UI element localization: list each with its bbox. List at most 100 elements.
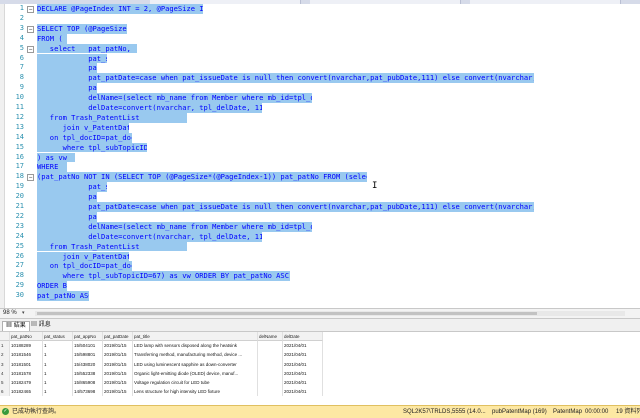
column-header[interactable]: pat_appNo [73, 332, 103, 342]
code-line[interactable]: 20 pat_appNo, [0, 192, 640, 202]
code-line[interactable]: 11 delDate=convert(nvarchar, tpl_delDate… [0, 103, 640, 113]
table-cell[interactable]: 10181501 [10, 359, 43, 369]
row-header-corner[interactable] [0, 332, 10, 342]
scrollbar-thumb[interactable] [37, 312, 537, 315]
table-cell[interactable]: 1 [43, 341, 73, 351]
code-line[interactable]: 6 pat_status, [0, 53, 640, 64]
code-line[interactable]: 4 FROM ( [0, 33, 640, 44]
table-cell[interactable]: 2021/04/01 [283, 350, 323, 360]
collapse-icon[interactable]: − [27, 25, 34, 33]
table-row[interactable]: 1 10188289 1 15/504101 2019/01/15 LED lamp wi… [0, 341, 640, 351]
table-cell[interactable] [258, 350, 283, 360]
table-cell[interactable] [258, 387, 283, 397]
table-cell[interactable] [258, 368, 283, 378]
table-row[interactable]: 2 10181546 1 15/598801 2019/01/15 Transferrin… [0, 350, 640, 360]
code-line[interactable]: 1− DECLARE @PageIndex INT = 2, @PageSize … [0, 4, 640, 14]
column-header[interactable]: delDate [283, 332, 323, 342]
row-number[interactable]: 1 [0, 341, 10, 351]
code-line[interactable]: 29 ORDER BY [0, 281, 640, 292]
code-line[interactable]: 18− (pat_patNo NOT IN (SELECT TOP (@PageS… [0, 172, 640, 183]
code-line[interactable]: 10 delName=(select mb_name from Member w… [0, 93, 640, 103]
code-line[interactable]: 9 pat_title, [0, 83, 640, 94]
column-header[interactable]: pat_patNo [10, 332, 43, 342]
table-cell[interactable]: 2019/01/15 [103, 341, 133, 351]
row-number[interactable]: 5 [0, 378, 10, 388]
table-row[interactable]: 6 10182465 1 14/573698 2019/01/15 Lens struct… [0, 387, 640, 397]
code-line[interactable]: 12 from Trash_PatentList [0, 112, 640, 123]
column-header[interactable]: pat_title [133, 332, 258, 342]
code-line[interactable]: 13 join v_PatentData [0, 122, 640, 133]
table-cell[interactable]: 1 [43, 387, 73, 397]
horizontal-scrollbar[interactable] [35, 311, 625, 316]
table-cell[interactable]: Lens structure for high intensity LED fi… [133, 387, 258, 397]
table-cell[interactable]: 15/438020 [73, 359, 103, 369]
table-cell[interactable]: 2019/01/15 [103, 359, 133, 369]
table-row[interactable]: 5 10182479 1 15/865908 2019/01/15 Voltage reg… [0, 378, 640, 388]
table-cell[interactable]: 2019/01/15 [103, 368, 133, 378]
code-line[interactable]: 28 where tpl_subTopicID=67) as vw ORDER … [0, 271, 640, 282]
tab-results[interactable]: ▦ 結果 [2, 321, 30, 331]
collapse-icon[interactable]: − [27, 6, 34, 13]
table-cell[interactable]: LED lamp with sensors disposed along the… [133, 341, 258, 351]
zoom-dropdown-icon[interactable]: ▾ [22, 309, 25, 318]
table-cell[interactable]: 2021/04/01 [283, 341, 323, 351]
table-cell[interactable]: 2019/01/15 [103, 350, 133, 360]
code-line[interactable]: 14 on tpl_docID=pat_docID [0, 132, 640, 143]
row-number[interactable]: 3 [0, 359, 10, 369]
code-line[interactable]: 2 [0, 14, 640, 24]
table-cell[interactable]: 15/598801 [73, 350, 103, 360]
table-cell[interactable]: 10182465 [10, 387, 43, 397]
code-line[interactable]: 16) as vw [0, 152, 640, 163]
table-cell[interactable]: 10182479 [10, 378, 43, 388]
tab-messages[interactable]: ▤ 訊息 [28, 321, 54, 330]
code-line[interactable]: 24 delDate=convert(nvarchar, tpl_delDate… [0, 231, 640, 242]
code-line[interactable]: 30 pat_patNo ASC [0, 291, 640, 301]
table-cell[interactable] [258, 378, 283, 388]
code-line[interactable]: 7 pat_appNo, [0, 63, 640, 74]
code-line[interactable]: 22 pat_title, [0, 211, 640, 222]
row-number[interactable]: 4 [0, 368, 10, 378]
table-cell[interactable]: 10181578 [10, 368, 43, 378]
table-cell[interactable]: 1 [43, 359, 73, 369]
collapse-icon[interactable]: − [27, 45, 34, 53]
code-line[interactable]: 15 where tpl_subTopicID=67 [0, 142, 640, 153]
table-cell[interactable]: 15/552338 [73, 368, 103, 378]
code-line[interactable]: 3−SELECT TOP (@PageSize) * [0, 23, 640, 34]
code-line[interactable]: 23 delName=(select mb_name from Member w… [0, 221, 640, 232]
table-cell[interactable]: 2021/04/01 [283, 368, 323, 378]
code-line[interactable]: 5− select pat_patNo, [0, 43, 640, 54]
code-line[interactable]: 17 WHERE [0, 162, 640, 173]
table-cell[interactable]: 15/865908 [73, 378, 103, 388]
table-cell[interactable] [258, 359, 283, 369]
row-number[interactable]: 6 [0, 387, 10, 397]
table-cell[interactable]: 10181546 [10, 350, 43, 360]
table-cell[interactable]: LED using luminescent sapphire as down-c… [133, 359, 258, 369]
table-cell[interactable]: 1 [43, 368, 73, 378]
code-line[interactable]: 27 on tpl_docID=pat_docID [0, 261, 640, 272]
table-cell[interactable]: 2021/04/01 [283, 378, 323, 388]
zoom-level[interactable]: 98 % [3, 309, 17, 318]
code-line[interactable]: 21 pat_patDate=case when pat_issueDate i… [0, 202, 640, 212]
table-cell[interactable]: 1 [43, 350, 73, 360]
table-cell[interactable]: 10188289 [10, 341, 43, 351]
table-cell[interactable] [258, 341, 283, 351]
column-header[interactable]: pat_status [43, 332, 73, 342]
table-cell[interactable]: 2019/01/15 [103, 378, 133, 388]
table-cell[interactable]: 1 [43, 378, 73, 388]
table-cell[interactable]: Transferring method, manufacturing metho… [133, 350, 258, 360]
table-cell[interactable]: 2021/04/01 [283, 387, 323, 397]
column-header[interactable]: delName [258, 332, 283, 342]
table-cell[interactable]: Voltage regulation circuit for LED tube [133, 378, 258, 388]
code-line[interactable]: 25 from Trash_PatentList [0, 241, 640, 252]
column-header[interactable]: pat_patDate [103, 332, 133, 342]
results-grid[interactable]: pat_patNo pat_status pat_appNo pat_patDate p… [0, 332, 640, 398]
sql-query-editor[interactable]: 1− DECLARE @PageIndex INT = 2, @PageSize … [0, 4, 640, 308]
table-cell[interactable]: 14/573698 [73, 387, 103, 397]
table-row[interactable]: 4 10181578 1 15/552338 2019/01/15 Organic lig… [0, 368, 640, 378]
code-line[interactable]: 19 pat_status, [0, 182, 640, 193]
table-cell[interactable]: 2021/04/01 [283, 359, 323, 369]
code-line[interactable]: 26 join v_PatentData [0, 251, 640, 262]
table-cell[interactable]: 2019/01/15 [103, 387, 133, 397]
row-number[interactable]: 2 [0, 350, 10, 360]
code-line[interactable]: 8 pat_patDate=case when pat_issueDate is… [0, 73, 640, 84]
